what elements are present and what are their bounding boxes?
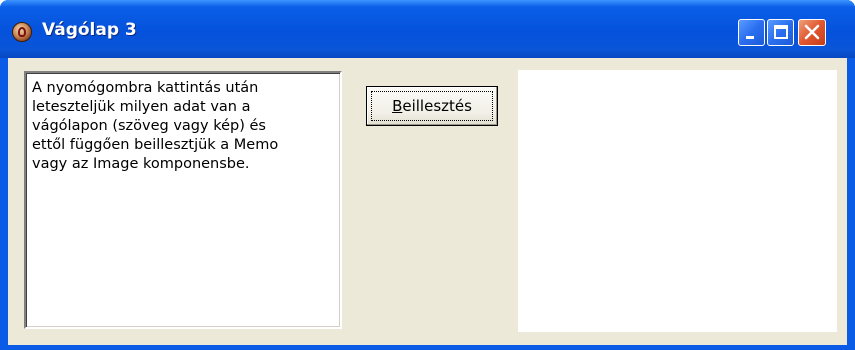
paste-button-label: Beillesztés [392, 97, 472, 115]
memo-field[interactable]: A nyomógombra kattintás után leteszteljü… [24, 71, 342, 329]
maximize-button[interactable] [767, 19, 794, 46]
minimize-icon [746, 36, 754, 39]
close-button[interactable] [798, 19, 826, 46]
application-window: Vágólap 3 A nyomógombra kattintás után l… [0, 0, 855, 350]
close-icon [804, 24, 820, 40]
app-icon[interactable] [12, 22, 32, 42]
window-title: Vágólap 3 [42, 20, 137, 40]
paste-button[interactable]: Beillesztés [366, 86, 498, 126]
form-client-area: A nyomógombra kattintás után leteszteljü… [8, 58, 847, 345]
minimize-button[interactable] [738, 19, 765, 46]
maximize-icon [774, 25, 788, 39]
memo-text: A nyomógombra kattintás után leteszteljü… [32, 80, 279, 172]
paste-button-accelerator: B [392, 97, 403, 115]
title-bar[interactable]: Vágólap 3 [0, 0, 855, 58]
image-component [518, 70, 837, 332]
paste-button-label-rest: eillesztés [402, 97, 472, 115]
